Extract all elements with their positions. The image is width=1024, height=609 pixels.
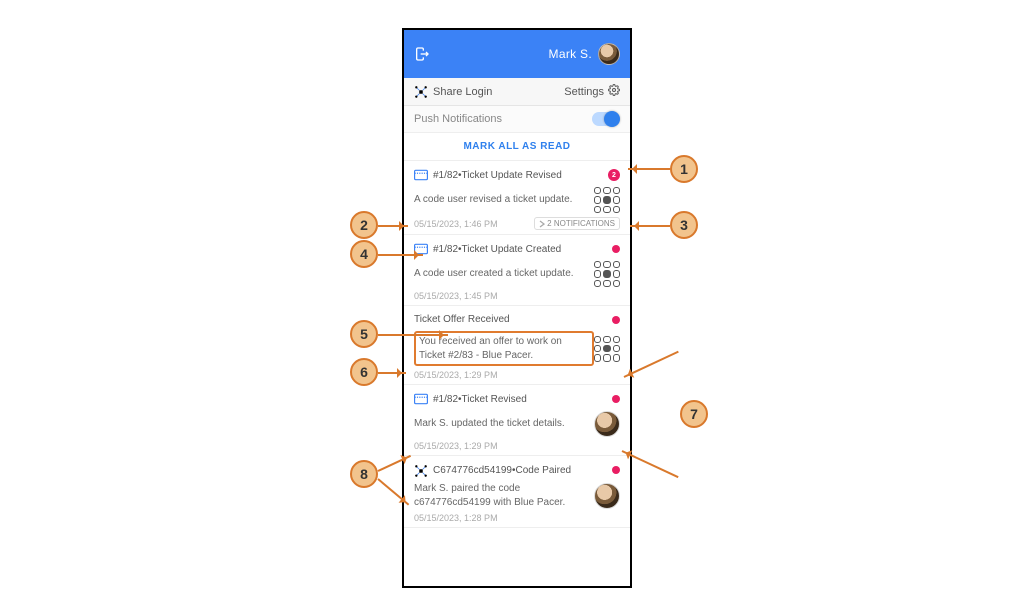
item-id: #1/82 bbox=[433, 244, 458, 255]
item-id: #1/82 bbox=[433, 170, 458, 181]
callout-8: 8 bbox=[350, 460, 378, 488]
item-title: Ticket Offer Received bbox=[414, 314, 510, 325]
logout-icon[interactable] bbox=[414, 46, 430, 62]
timestamp: 05/15/2023, 1:29 PM bbox=[414, 370, 498, 380]
item-id: #1/82 bbox=[433, 394, 458, 405]
callout-arrow bbox=[378, 372, 406, 374]
ticket-icon bbox=[414, 169, 428, 181]
unread-dot bbox=[612, 466, 620, 474]
notification-item[interactable]: Ticket Offer ReceivedYou received an off… bbox=[404, 306, 630, 385]
user-avatar[interactable] bbox=[594, 411, 620, 437]
item-title: Ticket Revised bbox=[462, 394, 527, 405]
ticket-icon bbox=[414, 393, 428, 405]
header-username: Mark S. bbox=[549, 47, 592, 61]
item-body: A code user created a ticket update. bbox=[414, 267, 594, 281]
callout-7: 7 bbox=[680, 400, 708, 428]
notification-item[interactable]: #1/82 • Ticket Update CreatedA code user… bbox=[404, 235, 630, 306]
timestamp: 05/15/2023, 1:29 PM bbox=[414, 441, 498, 451]
qr-thumbnail[interactable] bbox=[594, 187, 620, 213]
settings-link[interactable]: Settings bbox=[564, 86, 604, 98]
notification-item[interactable]: #1/82 • Ticket Update Revised2A code use… bbox=[404, 161, 630, 235]
mark-all-read-button[interactable]: MARK ALL AS READ bbox=[404, 133, 630, 161]
callout-2: 2 bbox=[350, 211, 378, 239]
callout-5: 5 bbox=[350, 320, 378, 348]
notification-list: #1/82 • Ticket Update Revised2A code use… bbox=[404, 161, 630, 583]
qr-thumbnail[interactable] bbox=[594, 261, 620, 287]
app-frame: Mark S. Share Login Settings Push Notifi… bbox=[402, 28, 632, 588]
drone-icon bbox=[414, 464, 428, 476]
item-body: Mark S. updated the ticket details. bbox=[414, 417, 594, 431]
callout-6: 6 bbox=[350, 358, 378, 386]
timestamp: 05/15/2023, 1:46 PM bbox=[414, 219, 498, 229]
callout-3: 3 bbox=[670, 211, 698, 239]
unread-dot bbox=[612, 316, 620, 324]
qr-thumbnail[interactable] bbox=[594, 336, 620, 362]
qr-icon bbox=[594, 336, 620, 362]
callout-arrow bbox=[378, 254, 423, 256]
callout-arrow bbox=[378, 334, 448, 336]
unread-dot bbox=[612, 245, 620, 253]
gear-icon[interactable] bbox=[608, 84, 620, 99]
callout-1: 1 bbox=[670, 155, 698, 183]
notification-item[interactable]: C674776cd54199 • Code PairedMark S. pair… bbox=[404, 456, 630, 528]
callout-4: 4 bbox=[350, 240, 378, 268]
qr-icon bbox=[594, 261, 620, 287]
callout-arrow bbox=[628, 168, 670, 170]
unread-badge: 2 bbox=[608, 169, 620, 181]
share-login-link[interactable]: Share Login bbox=[433, 86, 492, 98]
item-title: Ticket Update Created bbox=[462, 244, 562, 255]
unread-dot bbox=[612, 395, 620, 403]
push-label: Push Notifications bbox=[414, 113, 502, 125]
push-notifications-row: Push Notifications bbox=[404, 106, 630, 133]
item-title: Ticket Update Revised bbox=[462, 170, 562, 181]
user-avatar[interactable] bbox=[594, 483, 620, 509]
item-title: Code Paired bbox=[515, 465, 571, 476]
timestamp: 05/15/2023, 1:28 PM bbox=[414, 513, 498, 523]
sub-toolbar: Share Login Settings bbox=[404, 78, 630, 106]
drone-icon bbox=[414, 85, 428, 99]
callout-arrow bbox=[630, 225, 670, 227]
qr-icon bbox=[594, 187, 620, 213]
timestamp: 05/15/2023, 1:45 PM bbox=[414, 291, 498, 301]
header-avatar[interactable] bbox=[598, 43, 620, 65]
app-header: Mark S. bbox=[404, 30, 630, 78]
callout-arrow bbox=[378, 225, 408, 227]
item-id: C674776cd54199 bbox=[433, 465, 512, 476]
notifications-chip[interactable]: 2 NOTIFICATIONS bbox=[534, 217, 620, 230]
push-toggle[interactable] bbox=[592, 112, 620, 126]
item-body: Mark S. paired the code c674776cd54199 w… bbox=[414, 482, 594, 509]
notification-item[interactable]: #1/82 • Ticket RevisedMark S. updated th… bbox=[404, 385, 630, 456]
item-body: A code user revised a ticket update. bbox=[414, 193, 594, 207]
